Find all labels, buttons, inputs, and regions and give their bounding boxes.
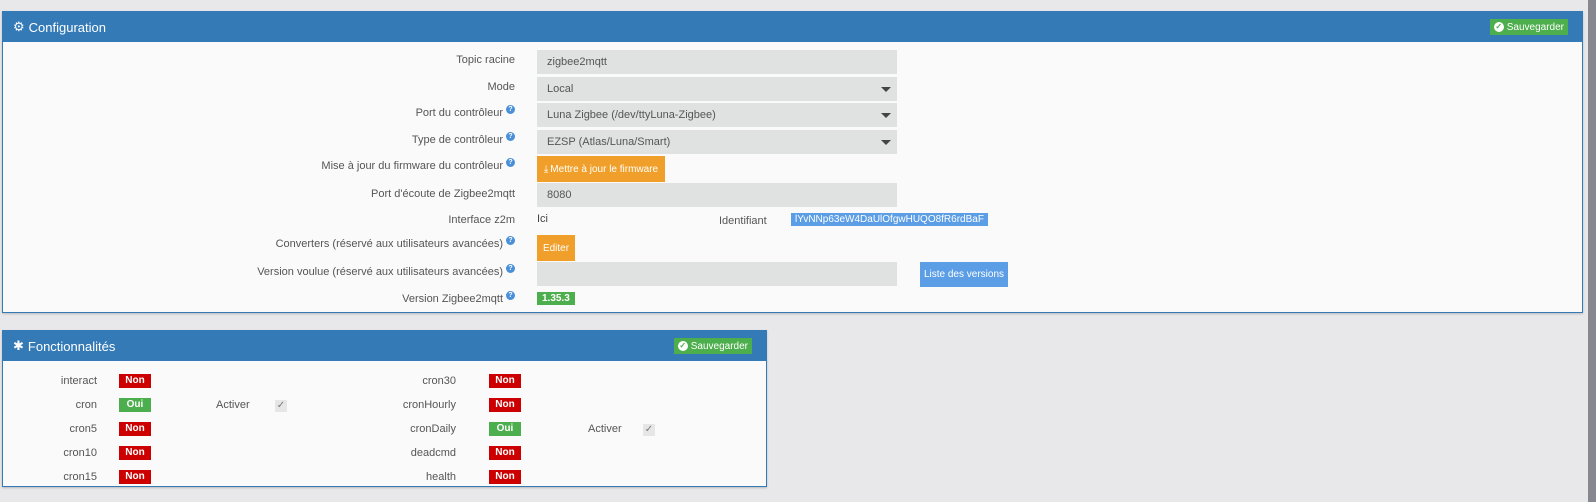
zver-label-text: Version Zigbee2mqtt: [402, 293, 503, 305]
fw-label-text: Mise à jour du firmware du contrôleur: [321, 160, 503, 172]
feature-label: cron: [75, 399, 97, 411]
save-button[interactable]: ✓ Sauvegarder: [1489, 19, 1568, 35]
z2m-link[interactable]: Ici: [537, 213, 548, 225]
feature-label: cronHourly: [402, 399, 456, 411]
port-label-text: Port du contrôleur: [415, 107, 503, 119]
zver-badge: 1.35.3: [537, 292, 575, 305]
save-button[interactable]: ✓ Sauvegarder: [673, 338, 752, 354]
help-icon[interactable]: ?: [506, 236, 515, 245]
feature-status-badge: Non: [489, 398, 521, 412]
activate-label: Activer: [216, 399, 250, 411]
panel-title: Fonctionnalités: [27, 338, 116, 354]
ver-label-text: Version voulue (réservé aux utilisateurs…: [257, 266, 503, 278]
fw-button-label: Mettre à jour le firmware: [550, 163, 659, 175]
conv-label-text: Converters (réservé aux utilisateurs ava…: [275, 238, 503, 250]
help-icon[interactable]: ?: [506, 132, 515, 141]
topic-label: Topic racine: [456, 54, 515, 66]
id-label: Identifiant: [719, 215, 767, 227]
configuration-panel: ⚙ Configuration ✓ Sauvegarder Topic racin…: [2, 11, 1583, 313]
mode-value: Local: [547, 83, 574, 95]
type-label-text: Type de contrôleur: [411, 134, 503, 146]
converters-label: Converters (réservé aux utilisateurs ava…: [275, 236, 515, 250]
mode-label: Mode: [487, 81, 515, 93]
feature-status-badge: Non: [119, 470, 151, 484]
port-select[interactable]: Luna Zigbee (/dev/ttyLuna-Zigbee): [537, 103, 897, 127]
feature-status-badge: Non: [119, 374, 151, 388]
panel-title: Configuration: [28, 19, 106, 35]
help-icon[interactable]: ?: [506, 105, 515, 114]
feature-label: cronDaily: [410, 423, 456, 435]
save-label: Sauvegarder: [690, 340, 748, 352]
save-label: Sauvegarder: [1506, 21, 1564, 33]
feature-label: cron5: [69, 423, 97, 435]
help-icon[interactable]: ?: [506, 291, 515, 300]
activate-label: Activer: [588, 423, 622, 435]
help-icon[interactable]: ?: [506, 158, 515, 167]
topic-input[interactable]: zigbee2mqtt: [537, 50, 897, 74]
listen-port-input[interactable]: 8080: [537, 183, 897, 207]
check-circle-icon: ✓: [1493, 22, 1504, 32]
feature-status-badge: Non: [489, 470, 521, 484]
configuration-header: ⚙ Configuration ✓ Sauvegarder: [3, 12, 1582, 42]
feature-status-badge: Non: [119, 446, 151, 460]
chevron-down-icon: [881, 87, 891, 92]
version-label: Version voulue (réservé aux utilisateurs…: [257, 264, 515, 278]
fw-label: Mise à jour du firmware du contrôleur?: [321, 158, 515, 172]
check-circle-icon: ✓: [677, 341, 688, 351]
feature-label: cron30: [422, 375, 456, 387]
features-header: ✱ Fonctionnalités ✓ Sauvegarder: [3, 331, 766, 361]
feature-label: cron10: [63, 447, 97, 459]
version-input[interactable]: [537, 262, 897, 286]
feature-label: deadcmd: [410, 447, 456, 459]
edit-converters-button[interactable]: Editer: [537, 235, 575, 261]
activate-checkbox[interactable]: ✓: [643, 424, 655, 436]
type-label: Type de contrôleur?: [411, 132, 515, 146]
feature-status-badge: Oui: [119, 398, 151, 412]
gears-icon: ⚙: [13, 19, 25, 34]
feature-label: interact: [60, 375, 97, 387]
mode-select[interactable]: Local: [537, 77, 897, 101]
type-select[interactable]: EZSP (Atlas/Luna/Smart): [537, 130, 897, 154]
activate-checkbox[interactable]: ✓: [275, 400, 287, 412]
type-value: EZSP (Atlas/Luna/Smart): [547, 136, 671, 148]
features-panel: ✱ Fonctionnalités ✓ Sauvegarder interact N…: [2, 330, 767, 487]
feature-label: cron15: [63, 471, 97, 483]
chevron-down-icon: [881, 113, 891, 118]
port-label: Port du contrôleur?: [415, 105, 515, 119]
chevron-down-icon: [881, 140, 891, 145]
feature-status-badge: Non: [119, 422, 151, 436]
download-icon: ⤓: [543, 163, 549, 175]
feature-status-badge: Non: [489, 374, 521, 388]
puzzle-icon: ✱: [13, 338, 24, 353]
help-icon[interactable]: ?: [506, 264, 515, 273]
update-firmware-button[interactable]: ⤓ Mettre à jour le firmware: [537, 156, 665, 182]
zver-label: Version Zigbee2mqtt?: [402, 291, 515, 305]
version-list-button[interactable]: Liste des versions: [920, 262, 1008, 287]
feature-status-badge: Oui: [489, 422, 521, 436]
port-value: Luna Zigbee (/dev/ttyLuna-Zigbee): [547, 109, 716, 121]
scrollbar[interactable]: [1588, 0, 1596, 502]
id-value: lYvNNp63eW4DaUlOfgwHUQO8fR6rdBaF: [791, 213, 988, 226]
feature-label: health: [426, 471, 456, 483]
z2m-label: Interface z2m: [448, 214, 515, 226]
listen-label: Port d'écoute de Zigbee2mqtt: [371, 188, 515, 200]
feature-status-badge: Non: [489, 446, 521, 460]
